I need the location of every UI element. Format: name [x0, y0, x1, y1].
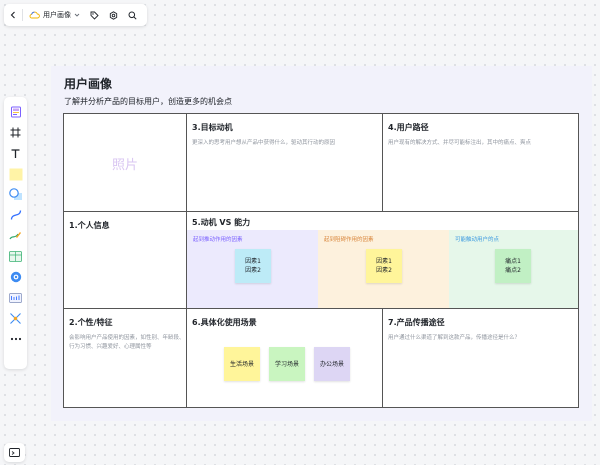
text-tool[interactable]: [4, 143, 27, 164]
touch-points-label: 可能触动用户的点: [455, 237, 500, 243]
frame-icon: [10, 127, 21, 138]
sticky-note-text: 学习场景: [274, 360, 299, 368]
sticky-note-text: 因素1: [245, 258, 261, 265]
traits-title: 2.个性/特征: [69, 318, 113, 327]
sticky-note-text: 因素1: [376, 258, 392, 265]
path-cell[interactable]: 4.用户路径 用户现有的解决方式、并尽可能标注出，其中的痛点、爽点: [383, 114, 578, 212]
template-icon: [10, 106, 21, 118]
motive-ability-cell[interactable]: 5.动机 VS 能力 起到推动作用的因素 因素1 因素2 起到阻碍作用的因素 因…: [187, 212, 578, 309]
sticky-note-text: 生活场景: [229, 360, 254, 368]
personal-info-title: 1.个人信息: [69, 221, 110, 230]
tag-button[interactable]: [85, 4, 104, 26]
sticky-note[interactable]: 学习场景: [269, 347, 305, 381]
motive-ability-title: 5.动机 VS 能力: [192, 218, 251, 227]
goal-cell[interactable]: 3.目标动机 更深入的思考用户想从产品中获得什么，驱动其行动的原因: [187, 114, 383, 212]
spread-description: 用户通过什么渠道了解到这款产品，传播途径是什么？: [388, 335, 521, 341]
photo-placeholder: 照片: [111, 158, 138, 173]
sticky-note-text: 办公场景: [319, 360, 344, 368]
mindmap-icon: [10, 271, 21, 283]
minimap-button[interactable]: [4, 443, 25, 462]
more-button[interactable]: [4, 329, 27, 350]
traits-cell[interactable]: 2.个性/特征 会影响用户产品使用的因素，如性别、年龄段、行为习惯、兴趣爱好、心…: [64, 309, 187, 407]
settings-button[interactable]: [104, 4, 123, 26]
settings-icon: [109, 10, 118, 20]
spread-title: 7.产品传播途径: [388, 318, 445, 327]
negative-factors-label: 起到阻碍作用的因素: [324, 237, 374, 243]
back-button[interactable]: [4, 4, 22, 26]
photo-cell[interactable]: 照片: [64, 114, 187, 212]
sticky-note-text: 因素2: [245, 267, 261, 274]
tag-icon: [90, 11, 99, 20]
sticky-note-text: 痛点1: [505, 258, 521, 265]
positive-factors-zone[interactable]: 起到推动作用的因素 因素1 因素2: [187, 230, 318, 308]
touch-points-zone[interactable]: 可能触动用户的点 痛点1 痛点2: [449, 230, 578, 308]
frame-title: 用户画像: [64, 77, 113, 91]
sticky-note-tool[interactable]: [4, 164, 27, 185]
left-tool-palette: [4, 97, 27, 369]
sticky-note-text: 痛点2: [505, 267, 521, 274]
sticky-note-icon: [9, 168, 22, 181]
shape-tool[interactable]: [4, 184, 27, 205]
goal-description: 更深入的思考用户想从产品中获得什么，驱动其行动的原因: [192, 140, 336, 146]
scenarios-title: 6.具体化使用场景: [192, 318, 257, 327]
cloud-icon: [29, 11, 40, 19]
positive-factors-label: 起到推动作用的因素: [193, 237, 243, 243]
negative-factors-zone[interactable]: 起到阻碍作用的因素 因素1 因素2: [318, 230, 449, 308]
frame-tool[interactable]: [4, 123, 27, 144]
path-description: 用户现有的解决方式、并尽可能标注出，其中的痛点、爽点: [388, 140, 532, 146]
chevron-down-icon: [74, 13, 80, 17]
sticky-note[interactable]: 因素1 因素2: [366, 249, 402, 283]
traits-description: 会影响用户产品使用的因素，如性别、年龄段、行为习惯、兴趣爱好、心理属性等: [69, 335, 185, 350]
sticky-note[interactable]: 痛点1 痛点2: [495, 249, 531, 283]
personal-info-cell[interactable]: 1.个人信息: [64, 212, 187, 309]
text-icon: [11, 149, 20, 158]
template-tool[interactable]: [4, 102, 27, 123]
minimap-icon: [9, 448, 20, 457]
sticky-note[interactable]: 生活场景: [224, 347, 260, 381]
search-icon: [128, 11, 137, 20]
back-icon: [10, 11, 15, 19]
persona-board: 照片 3.目标动机 更深入的思考用户想从产品中获得什么，驱动其行动的原因 4.用…: [63, 113, 579, 408]
more-tools-tool[interactable]: [4, 308, 27, 329]
file-name: 用户画像: [43, 11, 71, 19]
sticky-note[interactable]: 办公场景: [314, 347, 350, 381]
more-icon: [10, 337, 21, 340]
formula-icon: [9, 292, 22, 303]
search-button[interactable]: [123, 4, 142, 26]
pen-icon: [9, 231, 21, 240]
formula-tool[interactable]: [4, 287, 27, 308]
sticky-note[interactable]: 因素1 因素2: [235, 249, 271, 283]
top-toolbar: 用户画像: [4, 4, 147, 26]
goal-title: 3.目标动机: [192, 123, 233, 132]
table-tool[interactable]: [4, 246, 27, 267]
connector-icon: [10, 210, 21, 220]
path-title: 4.用户路径: [388, 123, 429, 132]
more-tools-icon: [10, 312, 21, 324]
mindmap-tool[interactable]: [4, 267, 27, 288]
file-name-dropdown[interactable]: 用户画像: [23, 4, 85, 26]
scenarios-cell[interactable]: 6.具体化使用场景 生活场景 学习场景 办公场景: [187, 309, 383, 407]
pen-tool[interactable]: [4, 226, 27, 247]
frame-subtitle: 了解并分析产品的目标用户，创造更多的机会点: [64, 97, 232, 106]
table-icon: [9, 251, 22, 262]
connector-tool[interactable]: [4, 205, 27, 226]
spread-cell[interactable]: 7.产品传播途径 用户通过什么渠道了解到这款产品，传播途径是什么？: [383, 309, 578, 407]
shape-icon: [8, 188, 22, 201]
sticky-note-text: 因素2: [376, 267, 392, 274]
